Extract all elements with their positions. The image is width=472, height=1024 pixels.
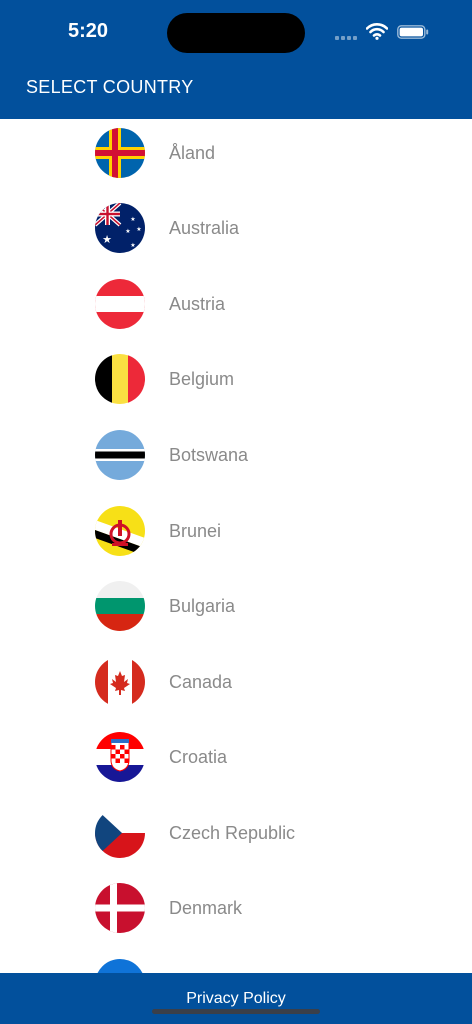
- country-row-botswana[interactable]: Botswana: [0, 421, 472, 496]
- home-indicator: [152, 1009, 320, 1014]
- aland-flag-icon: [95, 128, 145, 178]
- country-label: Croatia: [169, 747, 228, 767]
- country-label: Brunei: [169, 521, 222, 541]
- czech-republic-flag-icon: [95, 808, 145, 858]
- country-label: Austria: [169, 294, 226, 314]
- partial-flag-icon: [95, 959, 145, 973]
- status-time: 5:20: [68, 20, 109, 42]
- country-label: Botswana: [169, 445, 249, 465]
- dynamic-island: [167, 13, 305, 53]
- denmark-flag-icon: [95, 883, 145, 933]
- app-header: 5:20 SELECT COUNTRY: [0, 0, 472, 119]
- country-row-croatia[interactable]: Croatia: [0, 723, 472, 798]
- croatia-flag-icon: [95, 732, 145, 782]
- belgium-flag-icon: [95, 354, 145, 404]
- country-row-czech-republic[interactable]: Czech Republic: [0, 799, 472, 874]
- austria-flag-icon: [95, 279, 145, 329]
- australia-flag-icon: ★ ★ ★ ★ ★: [95, 203, 145, 253]
- svg-text:★: ★: [125, 228, 130, 235]
- battery-icon: [397, 25, 429, 39]
- country-row-denmark[interactable]: Denmark: [0, 874, 472, 949]
- country-label: Czech Republic: [169, 823, 296, 843]
- country-list[interactable]: Åland ★ ★ ★ ★ ★ Australia Austria Belgiu…: [0, 119, 472, 973]
- svg-text:★: ★: [136, 226, 141, 233]
- app-footer: Privacy Policy: [0, 973, 472, 1024]
- botswana-flag-icon: [95, 430, 145, 480]
- page-title: SELECT COUNTRY: [26, 77, 194, 97]
- svg-text:★: ★: [130, 216, 135, 223]
- country-label: Åland: [169, 143, 216, 163]
- country-row-australia[interactable]: ★ ★ ★ ★ ★ Australia: [0, 194, 472, 269]
- country-label: Bulgaria: [169, 596, 236, 616]
- country-label: Belgium: [169, 369, 235, 389]
- country-label: Denmark: [169, 898, 243, 918]
- country-label: Australia: [169, 218, 240, 238]
- bulgaria-flag-icon: [95, 581, 145, 631]
- country-row-canada[interactable]: Canada: [0, 648, 472, 723]
- brunei-flag-icon: [95, 506, 145, 556]
- country-row-austria[interactable]: Austria: [0, 270, 472, 345]
- country-label: Canada: [169, 672, 233, 692]
- country-row-aland[interactable]: Åland: [0, 119, 472, 194]
- country-row-brunei[interactable]: Brunei: [0, 497, 472, 572]
- svg-text:★: ★: [102, 233, 112, 246]
- svg-text:★: ★: [130, 242, 135, 249]
- country-row-bulgaria[interactable]: Bulgaria: [0, 572, 472, 647]
- country-row-belgium[interactable]: Belgium: [0, 345, 472, 420]
- privacy-policy-link[interactable]: Privacy Policy: [0, 990, 472, 1008]
- wifi-icon: [366, 23, 388, 40]
- country-row-partial[interactable]: [0, 950, 472, 973]
- cellular-signal-icon: [335, 36, 357, 40]
- canada-flag-icon: [95, 657, 145, 707]
